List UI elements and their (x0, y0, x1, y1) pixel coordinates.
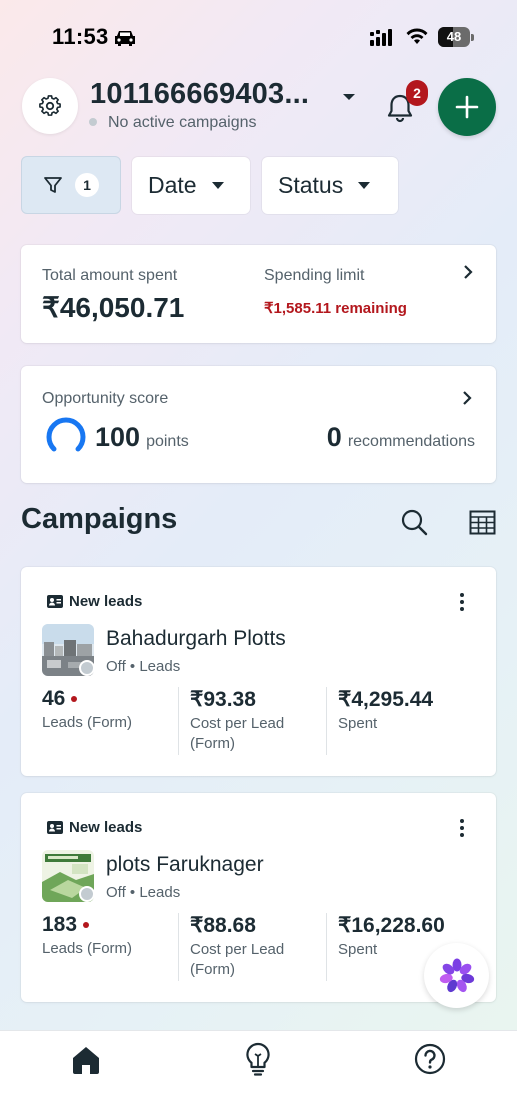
date-filter-label: Date (148, 172, 197, 198)
total-spent-value: ₹46,050.71 (42, 292, 185, 323)
help-icon[interactable] (414, 1043, 446, 1075)
car-icon (115, 31, 135, 46)
opportunity-score-label: Opportunity score (42, 390, 169, 407)
search-icon[interactable] (400, 508, 428, 536)
assistant-icon (439, 958, 474, 992)
campaign-status-dot (79, 660, 95, 676)
create-campaign-button[interactable] (438, 78, 496, 136)
spent-value: ₹4,295.44 (338, 688, 434, 711)
campaign-type: Leads (139, 884, 181, 901)
metric-spent: ₹16,228.60 Spent (338, 913, 445, 960)
chevron-right-icon (464, 265, 473, 279)
campaign-name[interactable]: Bahadurgarh Plotts (106, 627, 286, 651)
campaign-status: Off (106, 884, 126, 901)
campaign-card[interactable]: New leads Bahadurgarh Plotts Off • Leads… (21, 567, 496, 776)
table-icon[interactable] (469, 510, 496, 535)
opportunity-score-gauge (46, 417, 86, 452)
opportunity-score-unit: points (146, 433, 189, 450)
alert-dot (71, 696, 78, 702)
notification-badge: 2 (406, 80, 428, 106)
more-vertical-icon[interactable] (452, 817, 472, 839)
filter-icon (44, 177, 62, 193)
lead-form-icon (47, 595, 63, 608)
alert-dot (83, 922, 90, 928)
home-icon[interactable] (70, 1044, 102, 1076)
wifi-icon (406, 28, 428, 44)
more-vertical-icon[interactable] (452, 591, 472, 613)
metric-results: 183 Leads (Form) (42, 913, 132, 959)
cost-value: ₹93.38 (190, 688, 256, 711)
chevron-down-icon (358, 182, 371, 189)
filter-button[interactable]: 1 (21, 156, 121, 214)
metric-cost: ₹88.68 Cost per Lead (Form) (190, 913, 325, 980)
battery-level: 48 (446, 29, 462, 44)
campaign-objective: New leads (47, 819, 142, 836)
campaign-status-dot (79, 886, 95, 902)
campaign-name[interactable]: plots Faruknager (106, 853, 264, 877)
account-selector[interactable]: 101166669403... (90, 78, 309, 111)
filter-count-badge: 1 (75, 173, 99, 197)
spent-value: ₹16,228.60 (338, 914, 445, 937)
spending-limit-remaining: ₹1,585.11 remaining (264, 300, 407, 317)
results-label: Leads (Form) (42, 714, 133, 731)
objective-label: New leads (69, 593, 143, 610)
recommendations-count: 0 (326, 422, 342, 452)
gear-icon (39, 95, 61, 116)
plus-icon (455, 95, 479, 119)
metric-results: 46 Leads (Form) (42, 687, 132, 733)
chevron-down-icon[interactable] (341, 92, 357, 102)
metric-cost: ₹93.38 Cost per Lead (Form) (190, 687, 325, 754)
results-value: 46 (42, 687, 66, 710)
assistant-button[interactable] (424, 943, 489, 1008)
chevron-down-icon (211, 182, 224, 189)
campaign-status: Off (106, 658, 126, 675)
recommendations-unit: recommendations (347, 433, 475, 450)
lightbulb-icon[interactable] (243, 1042, 273, 1076)
chevron-right-icon (463, 391, 472, 405)
lead-form-icon (47, 821, 63, 834)
account-status-text: No active campaigns (108, 114, 257, 131)
results-value: 183 (42, 913, 78, 936)
status-filter-label: Status (278, 172, 344, 198)
campaign-subtitle: Off • Leads (106, 884, 181, 901)
objective-label: New leads (69, 819, 143, 836)
campaigns-heading: Campaigns (21, 503, 178, 535)
campaign-subtitle: Off • Leads (106, 658, 181, 675)
status-time: 11:53 (52, 24, 109, 49)
cost-value: ₹88.68 (190, 914, 256, 937)
account-status-dot (89, 118, 97, 126)
spending-limit-label: Spending limit (264, 267, 365, 284)
battery-icon: 48 (438, 27, 474, 47)
campaign-objective: New leads (47, 593, 142, 610)
results-label: Leads (Form) (42, 940, 133, 957)
total-spent-label: Total amount spent (42, 267, 178, 284)
spent-label: Spent (338, 715, 378, 732)
metric-spent: ₹4,295.44 Spent (338, 687, 433, 734)
opportunity-score-card[interactable]: Opportunity score 100 points 0 recommend… (21, 366, 496, 483)
settings-button[interactable] (22, 78, 78, 134)
spend-summary-card[interactable]: Total amount spent ₹46,050.71 Spending l… (21, 245, 496, 343)
signal-icon (370, 29, 392, 46)
opportunity-score-value: 100 (95, 422, 141, 452)
cost-label: Cost per Lead (Form) (190, 715, 285, 752)
cost-label: Cost per Lead (Form) (190, 941, 285, 978)
campaign-type: Leads (139, 658, 181, 675)
date-filter-dropdown[interactable]: Date (132, 157, 250, 214)
status-filter-dropdown[interactable]: Status (262, 157, 398, 214)
